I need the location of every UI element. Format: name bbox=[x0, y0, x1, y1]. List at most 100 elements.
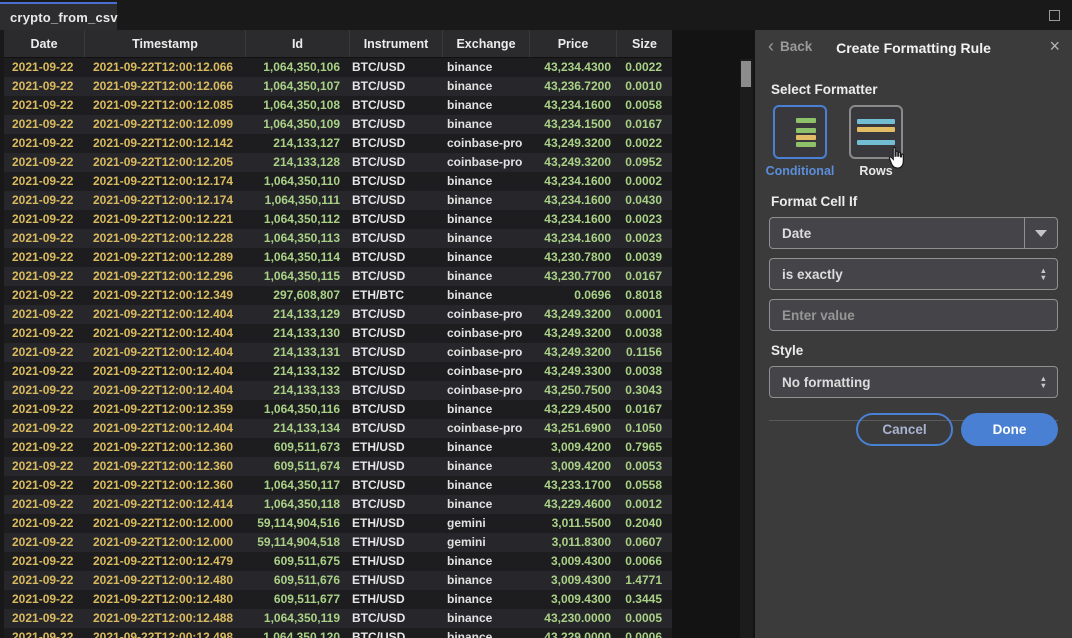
cell-timestamp[interactable]: 2021-09-22T12:00:12.289 bbox=[85, 248, 246, 267]
cell-exchange[interactable]: binance bbox=[443, 115, 530, 134]
cell-date[interactable]: 2021-09-22 bbox=[4, 609, 85, 628]
cell-date[interactable]: 2021-09-22 bbox=[4, 533, 85, 552]
cell-size[interactable]: 0.0607 bbox=[617, 533, 672, 552]
close-icon[interactable]: × bbox=[1049, 37, 1060, 55]
cell-id[interactable]: 1,064,350,116 bbox=[246, 400, 350, 419]
cell-instrument[interactable]: BTC/USD bbox=[350, 96, 443, 115]
cell-date[interactable]: 2021-09-22 bbox=[4, 324, 85, 343]
cell-exchange[interactable]: coinbase-pro bbox=[443, 305, 530, 324]
cell-timestamp[interactable]: 2021-09-22T12:00:12.349 bbox=[85, 286, 246, 305]
table-row[interactable]: 2021-09-222021-09-22T12:00:12.1741,064,3… bbox=[4, 172, 672, 191]
cell-date[interactable]: 2021-09-22 bbox=[4, 172, 85, 191]
cell-size[interactable]: 0.0023 bbox=[617, 229, 672, 248]
cell-date[interactable]: 2021-09-22 bbox=[4, 476, 85, 495]
cell-instrument[interactable]: BTC/USD bbox=[350, 134, 443, 153]
cell-id[interactable]: 1,064,350,108 bbox=[246, 96, 350, 115]
cell-size[interactable]: 0.0022 bbox=[617, 134, 672, 153]
cell-timestamp[interactable]: 2021-09-22T12:00:12.498 bbox=[85, 628, 246, 638]
cell-exchange[interactable]: binance bbox=[443, 172, 530, 191]
cell-instrument[interactable]: ETH/BTC bbox=[350, 286, 443, 305]
cell-id[interactable]: 214,133,132 bbox=[246, 362, 350, 381]
cell-price[interactable]: 43,249.3200 bbox=[530, 324, 617, 343]
cell-price[interactable]: 43,249.3200 bbox=[530, 153, 617, 172]
cell-id[interactable]: 1,064,350,114 bbox=[246, 248, 350, 267]
column-select-arrow-section[interactable] bbox=[1024, 218, 1057, 248]
cell-date[interactable]: 2021-09-22 bbox=[4, 438, 85, 457]
cell-price[interactable]: 43,234.1600 bbox=[530, 191, 617, 210]
cell-price[interactable]: 43,251.6900 bbox=[530, 419, 617, 438]
cell-id[interactable]: 214,133,134 bbox=[246, 419, 350, 438]
cell-id[interactable]: 214,133,133 bbox=[246, 381, 350, 400]
cell-size[interactable]: 0.0167 bbox=[617, 115, 672, 134]
table-row[interactable]: 2021-09-222021-09-22T12:00:12.404214,133… bbox=[4, 324, 672, 343]
cell-date[interactable]: 2021-09-22 bbox=[4, 210, 85, 229]
cell-exchange[interactable]: binance bbox=[443, 609, 530, 628]
cell-timestamp[interactable]: 2021-09-22T12:00:12.404 bbox=[85, 324, 246, 343]
cell-timestamp[interactable]: 2021-09-22T12:00:12.404 bbox=[85, 362, 246, 381]
cell-price[interactable]: 3,011.5500 bbox=[530, 514, 617, 533]
table-row[interactable]: 2021-09-222021-09-22T12:00:12.1741,064,3… bbox=[4, 191, 672, 210]
cell-size[interactable]: 0.0001 bbox=[617, 305, 672, 324]
cell-instrument[interactable]: BTC/USD bbox=[350, 495, 443, 514]
cell-price[interactable]: 3,009.4200 bbox=[530, 438, 617, 457]
cell-timestamp[interactable]: 2021-09-22T12:00:12.488 bbox=[85, 609, 246, 628]
cell-instrument[interactable]: BTC/USD bbox=[350, 191, 443, 210]
cell-size[interactable]: 0.0038 bbox=[617, 324, 672, 343]
cell-size[interactable]: 0.0167 bbox=[617, 267, 672, 286]
cell-price[interactable]: 0.0696 bbox=[530, 286, 617, 305]
cell-instrument[interactable]: BTC/USD bbox=[350, 248, 443, 267]
cell-size[interactable]: 0.0167 bbox=[617, 400, 672, 419]
cell-instrument[interactable]: ETH/USD bbox=[350, 552, 443, 571]
cell-timestamp[interactable]: 2021-09-22T12:00:12.228 bbox=[85, 229, 246, 248]
cell-instrument[interactable]: BTC/USD bbox=[350, 267, 443, 286]
column-header-timestamp[interactable]: Timestamp bbox=[85, 30, 246, 57]
cell-instrument[interactable]: BTC/USD bbox=[350, 305, 443, 324]
cell-size[interactable]: 0.0002 bbox=[617, 172, 672, 191]
cancel-button[interactable]: Cancel bbox=[856, 413, 953, 446]
cell-size[interactable]: 0.0430 bbox=[617, 191, 672, 210]
cell-id[interactable]: 214,133,127 bbox=[246, 134, 350, 153]
cell-date[interactable]: 2021-09-22 bbox=[4, 552, 85, 571]
cell-date[interactable]: 2021-09-22 bbox=[4, 134, 85, 153]
cell-exchange[interactable]: binance bbox=[443, 77, 530, 96]
cell-size[interactable]: 0.0038 bbox=[617, 362, 672, 381]
cell-price[interactable]: 43,229.4500 bbox=[530, 400, 617, 419]
cell-timestamp[interactable]: 2021-09-22T12:00:12.085 bbox=[85, 96, 246, 115]
cell-exchange[interactable]: binance bbox=[443, 552, 530, 571]
cell-timestamp[interactable]: 2021-09-22T12:00:12.360 bbox=[85, 438, 246, 457]
cell-size[interactable]: 0.0012 bbox=[617, 495, 672, 514]
cell-instrument[interactable]: BTC/USD bbox=[350, 229, 443, 248]
table-row[interactable]: 2021-09-222021-09-22T12:00:12.2891,064,3… bbox=[4, 248, 672, 267]
cell-timestamp[interactable]: 2021-09-22T12:00:12.174 bbox=[85, 172, 246, 191]
cell-price[interactable]: 3,011.8300 bbox=[530, 533, 617, 552]
cell-date[interactable]: 2021-09-22 bbox=[4, 400, 85, 419]
table-row[interactable]: 2021-09-222021-09-22T12:00:12.142214,133… bbox=[4, 134, 672, 153]
cell-instrument[interactable]: BTC/USD bbox=[350, 609, 443, 628]
cell-instrument[interactable]: ETH/USD bbox=[350, 571, 443, 590]
column-header-price[interactable]: Price bbox=[530, 30, 617, 57]
cell-exchange[interactable]: coinbase-pro bbox=[443, 362, 530, 381]
table-row[interactable]: 2021-09-222021-09-22T12:00:12.3591,064,3… bbox=[4, 400, 672, 419]
cell-date[interactable]: 2021-09-22 bbox=[4, 58, 85, 77]
cell-id[interactable]: 1,064,350,113 bbox=[246, 229, 350, 248]
vertical-scrollbar[interactable] bbox=[740, 59, 753, 638]
cell-id[interactable]: 1,064,350,118 bbox=[246, 495, 350, 514]
table-row[interactable]: 2021-09-222021-09-22T12:00:12.00059,114,… bbox=[4, 514, 672, 533]
table-row[interactable]: 2021-09-222021-09-22T12:00:12.404214,133… bbox=[4, 419, 672, 438]
cell-exchange[interactable]: coinbase-pro bbox=[443, 381, 530, 400]
table-row[interactable]: 2021-09-222021-09-22T12:00:12.479609,511… bbox=[4, 552, 672, 571]
table-row[interactable]: 2021-09-222021-09-22T12:00:12.0991,064,3… bbox=[4, 115, 672, 134]
table-row[interactable]: 2021-09-222021-09-22T12:00:12.2961,064,3… bbox=[4, 267, 672, 286]
cell-instrument[interactable]: BTC/USD bbox=[350, 628, 443, 638]
cell-instrument[interactable]: BTC/USD bbox=[350, 381, 443, 400]
cell-date[interactable]: 2021-09-22 bbox=[4, 590, 85, 609]
cell-exchange[interactable]: coinbase-pro bbox=[443, 343, 530, 362]
cell-instrument[interactable]: ETH/USD bbox=[350, 457, 443, 476]
cell-size[interactable]: 0.0005 bbox=[617, 609, 672, 628]
cell-timestamp[interactable]: 2021-09-22T12:00:12.360 bbox=[85, 476, 246, 495]
table-row[interactable]: 2021-09-222021-09-22T12:00:12.3601,064,3… bbox=[4, 476, 672, 495]
cell-price[interactable]: 43,249.3300 bbox=[530, 362, 617, 381]
table-row[interactable]: 2021-09-222021-09-22T12:00:12.00059,114,… bbox=[4, 533, 672, 552]
cell-id[interactable]: 297,608,807 bbox=[246, 286, 350, 305]
cell-date[interactable]: 2021-09-22 bbox=[4, 115, 85, 134]
